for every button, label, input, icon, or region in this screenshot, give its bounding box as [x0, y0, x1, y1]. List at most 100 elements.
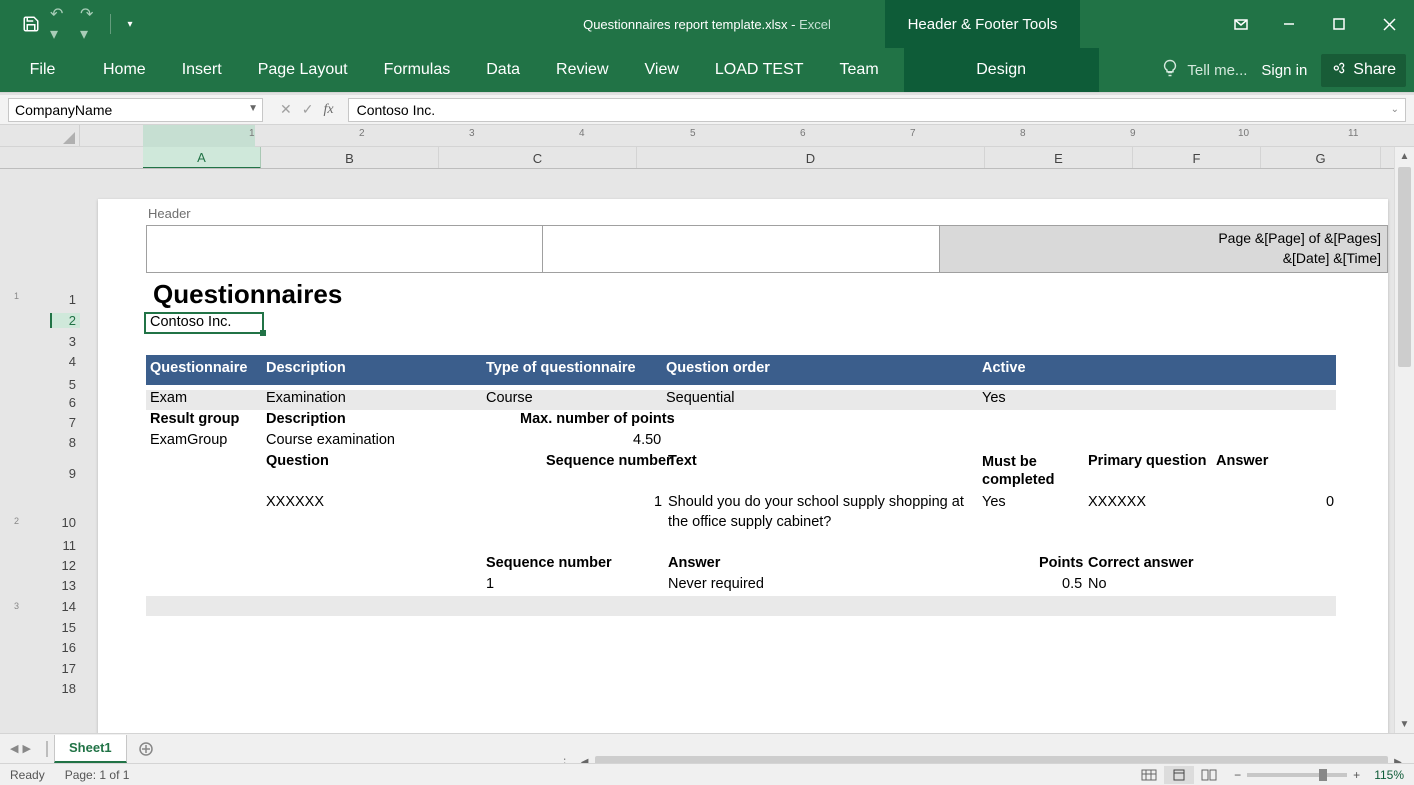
row-header-11[interactable]: 11: [56, 538, 76, 553]
tab-page-layout[interactable]: Page Layout: [240, 48, 366, 92]
ruler-scale[interactable]: 1 2 3 4 5 6 7 8 9 10 11: [80, 125, 1414, 146]
row-header-17[interactable]: 17: [56, 661, 76, 676]
zoom-knob[interactable]: [1319, 769, 1327, 781]
scroll-down-icon[interactable]: ▼: [1395, 715, 1414, 733]
zoom-in-button[interactable]: +: [1353, 768, 1360, 782]
subhdr-result-group[interactable]: Result group: [150, 411, 239, 427]
tab-view[interactable]: View: [627, 48, 697, 92]
hdr-type[interactable]: Type of questionnaire: [486, 360, 636, 376]
cell[interactable]: XXXXXX: [1088, 494, 1146, 510]
tab-team[interactable]: Team: [822, 48, 897, 92]
redo-icon[interactable]: ↷ ▾: [80, 13, 102, 35]
name-box[interactable]: CompanyName ▼: [8, 98, 263, 122]
col-header-F[interactable]: F: [1133, 147, 1261, 168]
qhdr-answer[interactable]: Answer: [1216, 453, 1268, 469]
row-header-16[interactable]: 16: [56, 640, 76, 655]
row-header-9[interactable]: 9: [56, 466, 76, 481]
row-header-3[interactable]: 3: [56, 334, 76, 349]
tab-review[interactable]: Review: [538, 48, 626, 92]
scroll-up-icon[interactable]: ▲: [1395, 147, 1414, 165]
row-header-8[interactable]: 8: [56, 435, 76, 450]
cell[interactable]: 4.50: [633, 432, 661, 448]
cell[interactable]: 0: [1326, 494, 1334, 510]
ribbon-display-icon[interactable]: [1218, 0, 1264, 48]
formula-input[interactable]: Contoso Inc. ⌄: [348, 98, 1406, 122]
row-header-15[interactable]: 15: [56, 620, 76, 635]
header-center-box[interactable]: [543, 225, 940, 273]
col-header-G[interactable]: G: [1261, 147, 1381, 168]
row-header-12[interactable]: 12: [56, 558, 76, 573]
ahdr-answer[interactable]: Answer: [668, 555, 720, 571]
row-header-13[interactable]: 13: [56, 578, 76, 593]
row-header-10[interactable]: 10: [56, 515, 76, 530]
select-all-triangle[interactable]: [0, 125, 80, 146]
cell[interactable]: Course examination: [266, 432, 395, 448]
cell[interactable]: XXXXXX: [266, 494, 324, 510]
qhdr-question[interactable]: Question: [266, 453, 329, 469]
hdr-order[interactable]: Question order: [666, 360, 770, 376]
cell[interactable]: 0.5: [1062, 576, 1082, 592]
ahdr-correct[interactable]: Correct answer: [1088, 555, 1194, 571]
next-sheet-icon[interactable]: ▶: [22, 742, 30, 755]
tab-design[interactable]: Design: [904, 48, 1099, 92]
row-header-18[interactable]: 18: [56, 681, 76, 696]
zoom-out-button[interactable]: −: [1234, 768, 1241, 782]
hdr-description[interactable]: Description: [266, 360, 346, 376]
hdr-questionnaire[interactable]: Questionnaire: [150, 360, 248, 376]
cancel-formula-icon[interactable]: ✕: [280, 101, 292, 118]
header-right-box[interactable]: Page &[Page] of &[Pages] &[Date] &[Time]: [940, 225, 1388, 273]
row-header-4[interactable]: 4: [56, 354, 76, 369]
col-header-E[interactable]: E: [985, 147, 1133, 168]
undo-icon[interactable]: ↶ ▾: [50, 13, 72, 35]
ahdr-points[interactable]: Points: [1039, 555, 1083, 571]
cell[interactable]: Exam: [150, 390, 187, 406]
qhdr-seq[interactable]: Sequence number: [546, 453, 672, 469]
tab-formulas[interactable]: Formulas: [366, 48, 469, 92]
cell[interactable]: 1: [654, 494, 662, 510]
tab-data[interactable]: Data: [468, 48, 538, 92]
row-header-5[interactable]: 5: [56, 377, 76, 392]
cell[interactable]: 1: [486, 576, 494, 592]
row-header-14[interactable]: 14: [56, 599, 76, 614]
cell[interactable]: the office supply cabinet?: [668, 514, 831, 530]
prev-sheet-icon[interactable]: ◀: [10, 742, 18, 755]
tell-me-search[interactable]: Tell me...: [1161, 59, 1247, 81]
qhdr-must1[interactable]: Must becompleted: [982, 453, 1055, 489]
fx-icon[interactable]: fx: [323, 102, 333, 118]
qhdr-primary[interactable]: Primary question: [1088, 453, 1206, 469]
name-box-dropdown-icon[interactable]: ▼: [248, 103, 258, 114]
page-break-view-icon[interactable]: [1194, 766, 1224, 784]
cell[interactable]: Yes: [982, 390, 1006, 406]
accept-formula-icon[interactable]: ✓: [302, 101, 314, 118]
close-button[interactable]: [1364, 0, 1414, 48]
cell[interactable]: Course: [486, 390, 533, 406]
qhdr-text[interactable]: Text: [668, 453, 697, 469]
share-button[interactable]: Share: [1321, 54, 1406, 87]
header-left-box[interactable]: [146, 225, 543, 273]
new-sheet-button[interactable]: [133, 736, 159, 762]
tab-home[interactable]: Home: [85, 48, 164, 92]
tab-load-test[interactable]: LOAD TEST: [697, 48, 822, 92]
cell-company[interactable]: Contoso Inc.: [150, 314, 231, 330]
ahdr-seq[interactable]: Sequence number: [486, 555, 612, 571]
cell[interactable]: Yes: [982, 494, 1006, 510]
save-icon[interactable]: [20, 13, 42, 35]
row-header-1[interactable]: 1: [56, 292, 76, 307]
col-header-A[interactable]: A: [143, 147, 261, 168]
cell[interactable]: Never required: [668, 576, 764, 592]
vertical-scrollbar[interactable]: ▲ ▼: [1394, 147, 1414, 733]
cell[interactable]: Sequential: [666, 390, 735, 406]
scroll-thumb[interactable]: [1398, 167, 1411, 367]
sheet-tab-sheet1[interactable]: Sheet1: [54, 735, 127, 763]
cell[interactable]: ExamGroup: [150, 432, 227, 448]
fill-handle[interactable]: [260, 330, 266, 336]
row-header-7[interactable]: 7: [56, 415, 76, 430]
report-title[interactable]: Questionnaires: [153, 279, 342, 310]
sheet-canvas[interactable]: Header Page &[Page] of &[Pages] &[Date] …: [80, 169, 1394, 733]
hdr-active[interactable]: Active: [982, 360, 1026, 376]
zoom-percent[interactable]: 115%: [1366, 768, 1404, 782]
cell[interactable]: Examination: [266, 390, 346, 406]
cell[interactable]: Should you do your school supply shoppin…: [668, 494, 964, 510]
row-header-2[interactable]: 2: [50, 313, 80, 328]
cell[interactable]: No: [1088, 576, 1107, 592]
